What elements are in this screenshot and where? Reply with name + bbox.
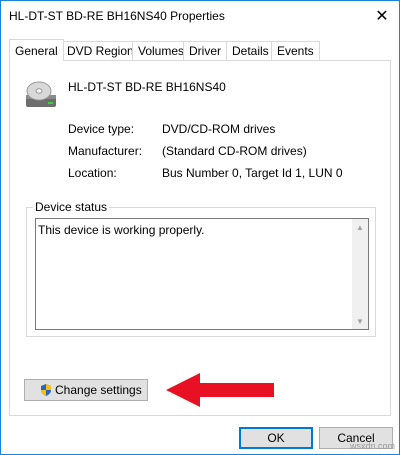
title-bar: HL-DT-ST BD-RE BH16NS40 Properties ✕ xyxy=(1,1,399,31)
device-status-text: This device is working properly. xyxy=(38,223,205,237)
status-scrollbar[interactable]: ▲ ▼ xyxy=(352,219,368,329)
tab-volumes[interactable]: Volumes xyxy=(132,41,191,60)
tab-events[interactable]: Events xyxy=(271,41,320,60)
watermark-text: wsxdn.com xyxy=(349,441,395,451)
device-status-textbox[interactable]: This device is working properly. ▲ ▼ xyxy=(35,218,369,330)
close-icon[interactable]: ✕ xyxy=(371,5,393,27)
tab-driver[interactable]: Driver xyxy=(183,41,227,60)
change-settings-button[interactable]: Change settings xyxy=(24,379,148,401)
device-name: HL-DT-ST BD-RE BH16NS40 xyxy=(68,80,226,94)
location-value: Bus Number 0, Target Id 1, LUN 0 xyxy=(162,166,343,180)
manufacturer-label: Manufacturer: xyxy=(68,144,143,158)
location-label: Location: xyxy=(68,166,117,180)
scroll-down-icon[interactable]: ▼ xyxy=(352,313,368,329)
window-title: HL-DT-ST BD-RE BH16NS40 Properties xyxy=(9,9,225,23)
general-panel: HL-DT-ST BD-RE BH16NS40 Device type: DVD… xyxy=(9,60,391,416)
tab-strip: General DVD Region Volumes Driver Detail… xyxy=(9,39,391,61)
manufacturer-value: (Standard CD-ROM drives) xyxy=(162,144,307,158)
properties-window: HL-DT-ST BD-RE BH16NS40 Properties ✕ Gen… xyxy=(0,0,400,455)
change-settings-label: Change settings xyxy=(55,383,142,397)
red-arrow-annotation xyxy=(166,373,274,407)
optical-drive-icon xyxy=(26,81,56,107)
device-type-value: DVD/CD-ROM drives xyxy=(162,122,276,136)
uac-shield-icon xyxy=(41,384,51,396)
tab-details[interactable]: Details xyxy=(226,41,275,60)
device-status-label: Device status xyxy=(33,200,110,214)
tab-general[interactable]: General xyxy=(9,39,64,61)
device-type-label: Device type: xyxy=(68,122,135,136)
scroll-up-icon[interactable]: ▲ xyxy=(352,219,368,235)
tab-dvd-region[interactable]: DVD Region xyxy=(61,41,140,60)
ok-button[interactable]: OK xyxy=(239,427,313,449)
device-status-group: Device status This device is working pro… xyxy=(26,200,376,337)
